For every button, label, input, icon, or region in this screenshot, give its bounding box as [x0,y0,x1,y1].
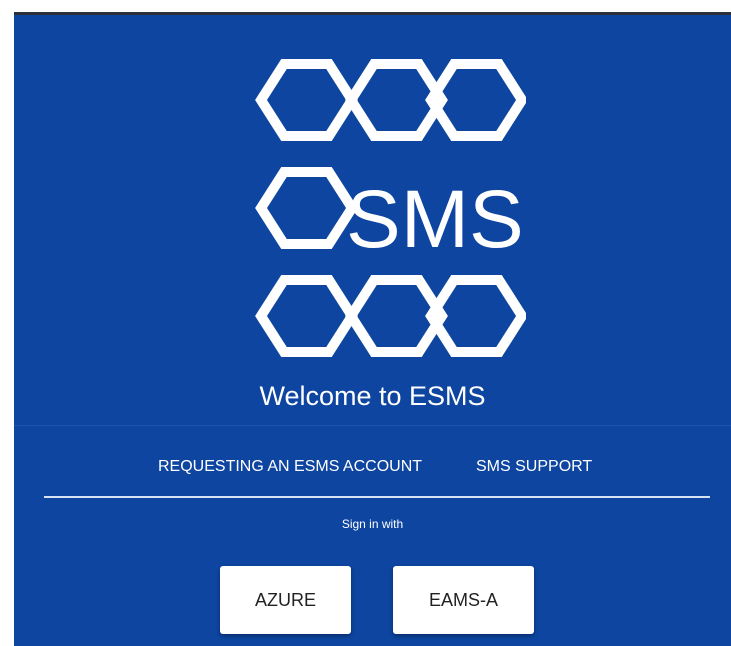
nav-links: REQUESTING AN ESMS ACCOUNT SMS SUPPORT [14,458,731,480]
divider [44,496,710,498]
section-divider [14,425,731,426]
azure-button[interactable]: AZURE [220,566,351,634]
sms-support-link[interactable]: SMS SUPPORT [476,458,592,476]
request-account-link[interactable]: REQUESTING AN ESMS ACCOUNT [158,458,422,476]
logo-text: SMS [346,174,524,265]
sign-in-label: Sign in with [341,517,404,531]
login-panel: SMS Welcome to ESMS REQUESTING AN ESMS A… [14,15,731,646]
esms-logo: SMS [255,59,526,357]
welcome-title: Welcome to ESMS [259,381,486,411]
eams-a-button[interactable]: EAMS-A [393,566,534,634]
